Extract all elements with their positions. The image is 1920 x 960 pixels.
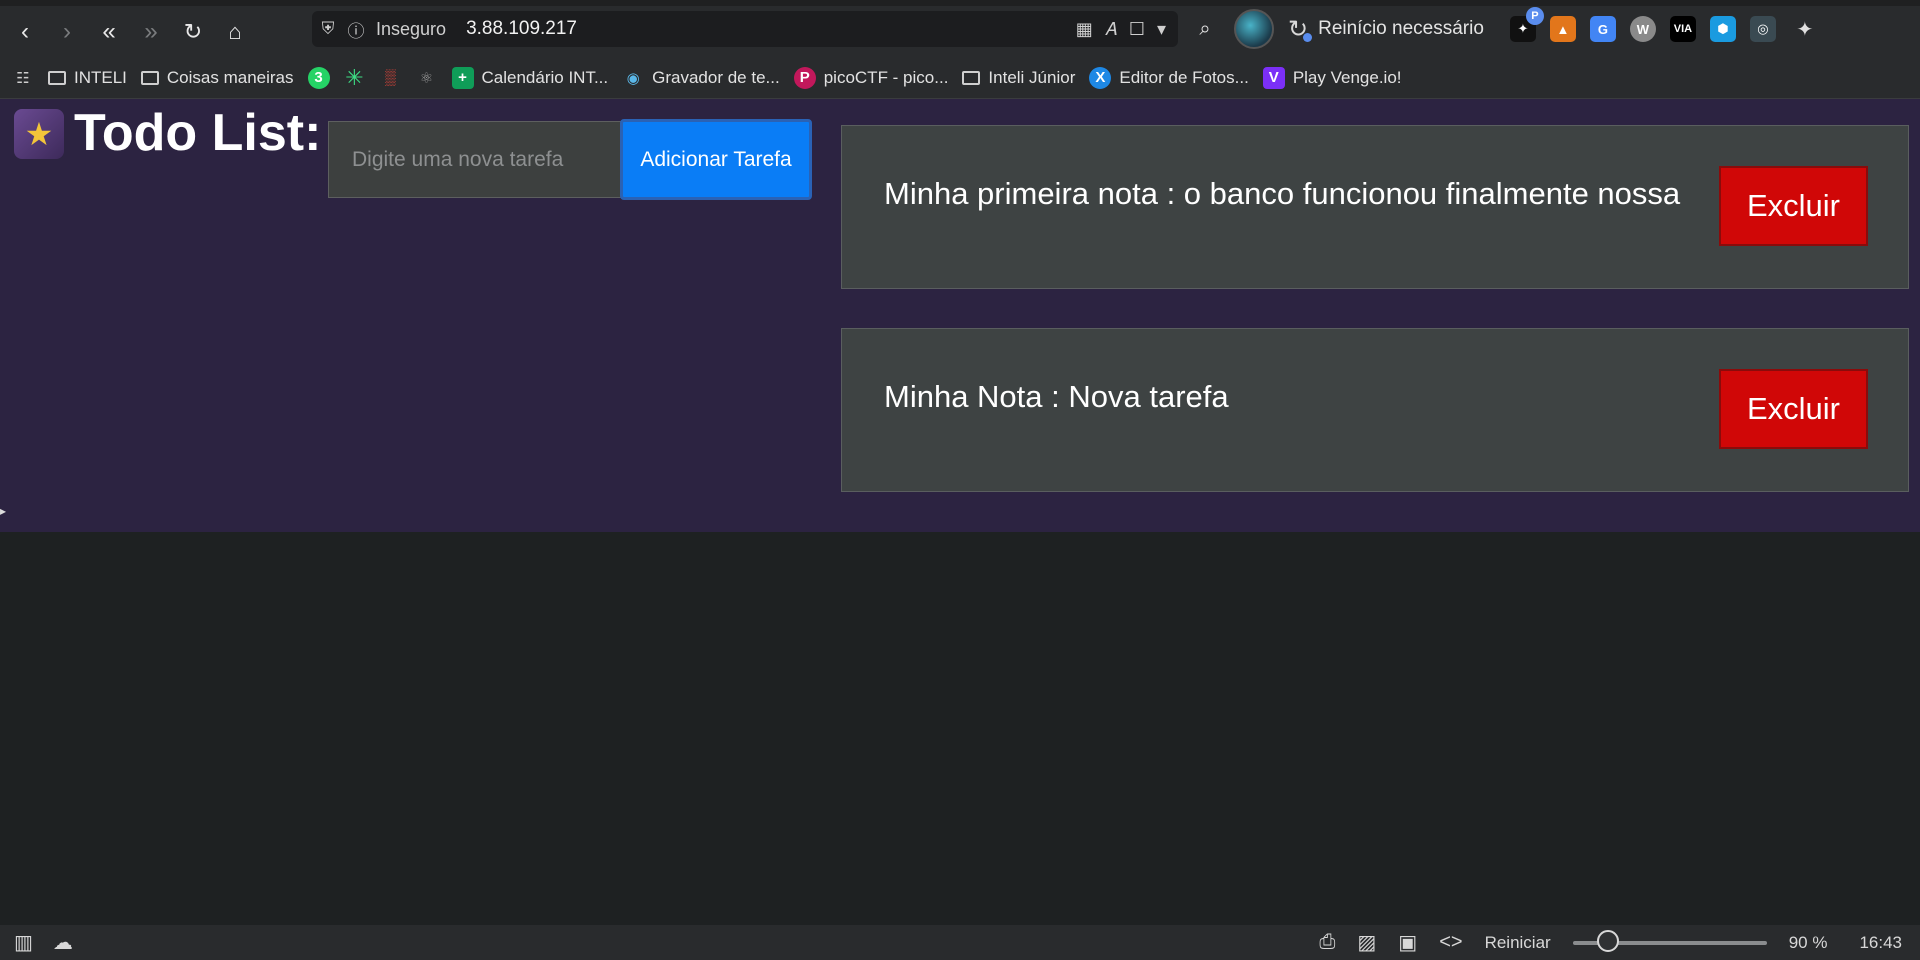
- calendar-icon: +: [451, 66, 474, 89]
- zoom-reset-button[interactable]: Reiniciar: [1485, 933, 1551, 953]
- status-bar: ▥ ☁ ⎙ ▨ ▣ <> Reiniciar 90 % 16:43: [0, 925, 1920, 960]
- atom-icon: ⚛: [419, 69, 434, 87]
- qr-code-icon[interactable]: ▦: [1076, 19, 1093, 40]
- forward-icon[interactable]: ›: [46, 11, 88, 53]
- extensions-icon[interactable]: ✦: [1790, 14, 1820, 44]
- panel-toggle-icon[interactable]: ▥: [14, 930, 33, 955]
- bookmark-picoctf[interactable]: PpicoCTF - pico...: [793, 66, 948, 89]
- extension-badge: P: [1525, 7, 1544, 25]
- bookmark-inteli-junior[interactable]: Inteli Júnior: [962, 68, 1075, 88]
- note-card: Minha Nota : Nova tarefa Excluir: [841, 328, 1909, 492]
- camera-icon[interactable]: ⎙: [1319, 931, 1335, 954]
- puzzle-extension-icon[interactable]: ✦ P: [1509, 7, 1544, 42]
- bookmark-whatsapp[interactable]: 3: [307, 66, 330, 89]
- address-bar[interactable]: ⛨ ⓘ Inseguro 3.88.109.217 ▦ 𝐴 ☐ ▾: [312, 11, 1178, 47]
- note-text: Minha primeira nota : o banco funcionou …: [884, 176, 1681, 211]
- delete-note-button[interactable]: Excluir: [1719, 369, 1868, 449]
- restart-label: Reinício necessário: [1318, 18, 1484, 39]
- restart-icon: ↻: [1288, 15, 1313, 44]
- shield-icon[interactable]: ⛨: [316, 19, 340, 39]
- home-icon[interactable]: ⌂: [214, 11, 256, 53]
- bookmark-calendario[interactable]: + Calendário INT...: [451, 66, 608, 89]
- via-extension-icon[interactable]: VIA: [1669, 16, 1696, 42]
- back-icon[interactable]: ‹: [4, 11, 46, 53]
- note-text: Minha Nota : Nova tarefa: [884, 379, 1229, 414]
- image-icon[interactable]: ▨: [1357, 930, 1376, 955]
- bookmark-icon[interactable]: ☐: [1129, 19, 1145, 40]
- new-task-input[interactable]: [328, 121, 622, 198]
- bookmark-atom[interactable]: ⚛: [416, 67, 438, 89]
- zoom-slider[interactable]: [1572, 929, 1767, 952]
- delete-note-button[interactable]: Excluir: [1719, 166, 1868, 246]
- sidebar-toggle-icon[interactable]: ▸: [0, 504, 12, 524]
- bookmark-red-grid[interactable]: ▒: [380, 67, 402, 89]
- fast-forward-icon[interactable]: »: [130, 11, 172, 53]
- bookmark-inteli[interactable]: INTELI: [48, 68, 127, 88]
- red-grid-icon: ▒: [385, 69, 396, 86]
- page-title: Todo List:: [74, 104, 322, 162]
- reload-icon[interactable]: ↻: [172, 11, 214, 53]
- dropdown-icon[interactable]: ▾: [1157, 19, 1166, 40]
- todo-app: ▸ ★ Todo List: Adicionar Tarefa Minha pr…: [0, 99, 1920, 532]
- asterisk-icon: ✳: [345, 64, 364, 90]
- bookmark-editor-fotos[interactable]: X Editor de Fotos...: [1089, 66, 1249, 89]
- profile-avatar[interactable]: [1234, 9, 1274, 49]
- rewind-icon[interactable]: «: [88, 11, 130, 53]
- photo-editor-icon: X: [1089, 66, 1112, 89]
- search-icon[interactable]: ⌕: [1190, 14, 1220, 44]
- w-extension-icon[interactable]: W: [1629, 16, 1656, 42]
- apps-icon[interactable]: ☷: [12, 67, 34, 89]
- metamask-icon[interactable]: ▲: [1549, 16, 1576, 42]
- page-viewport: ▸ ★ Todo List: Adicionar Tarefa Minha pr…: [0, 99, 1920, 925]
- restart-required-button[interactable]: ↻ Reinício necessário: [1288, 15, 1484, 44]
- translate-icon[interactable]: 𝐴: [1105, 19, 1117, 40]
- clock: 16:43: [1859, 932, 1902, 952]
- code-icon[interactable]: <>: [1439, 931, 1462, 954]
- browser-toolbar: ‹ › « » ↻ ⌂ ⛨ ⓘ Inseguro 3.88.109.217 ▦ …: [0, 0, 1920, 57]
- note-card: Minha primeira nota : o banco funcionou …: [841, 125, 1909, 289]
- tiling-icon[interactable]: ▣: [1398, 930, 1417, 955]
- url-text[interactable]: 3.88.109.217: [466, 18, 577, 40]
- recorder-icon: ◉: [626, 69, 640, 87]
- toolbar-right: ⌕ ↻ Reinício necessário ✦ P ▲ G W VIA ⬢ ◎…: [1190, 7, 1820, 50]
- folder-icon: [962, 70, 981, 85]
- zoom-level: 90 %: [1788, 932, 1828, 952]
- info-icon[interactable]: ⓘ: [344, 17, 368, 42]
- bookmark-coisas-maneiras[interactable]: Coisas maneiras: [140, 68, 294, 88]
- bookmarks-bar: ☷ INTELI Coisas maneiras 3 ✳ ▒ ⚛ + Calend…: [0, 57, 1920, 99]
- venge-icon: V: [1262, 66, 1285, 89]
- google-translate-icon[interactable]: G: [1589, 16, 1616, 42]
- star-logo-icon: ★: [14, 109, 64, 159]
- tab-strip: [0, 0, 1920, 6]
- bookmark-venge[interactable]: V Play Venge.io!: [1262, 66, 1402, 89]
- cube-extension-icon[interactable]: ⬢: [1709, 16, 1736, 42]
- add-task-button[interactable]: Adicionar Tarefa: [620, 119, 812, 200]
- folder-icon: [48, 70, 66, 85]
- folder-icon: [140, 70, 159, 85]
- cloud-sync-icon[interactable]: ☁: [53, 930, 73, 955]
- bookmark-asterisk[interactable]: ✳: [344, 64, 366, 90]
- spy-extension-icon[interactable]: ◎: [1749, 16, 1776, 42]
- whatsapp-icon: 3: [307, 66, 330, 89]
- bookmark-gravador[interactable]: ◉ Gravador de te...: [622, 67, 780, 89]
- picoctf-icon: P: [793, 66, 816, 89]
- zoom-slider-handle[interactable]: [1596, 929, 1619, 952]
- security-status[interactable]: Inseguro: [376, 19, 446, 40]
